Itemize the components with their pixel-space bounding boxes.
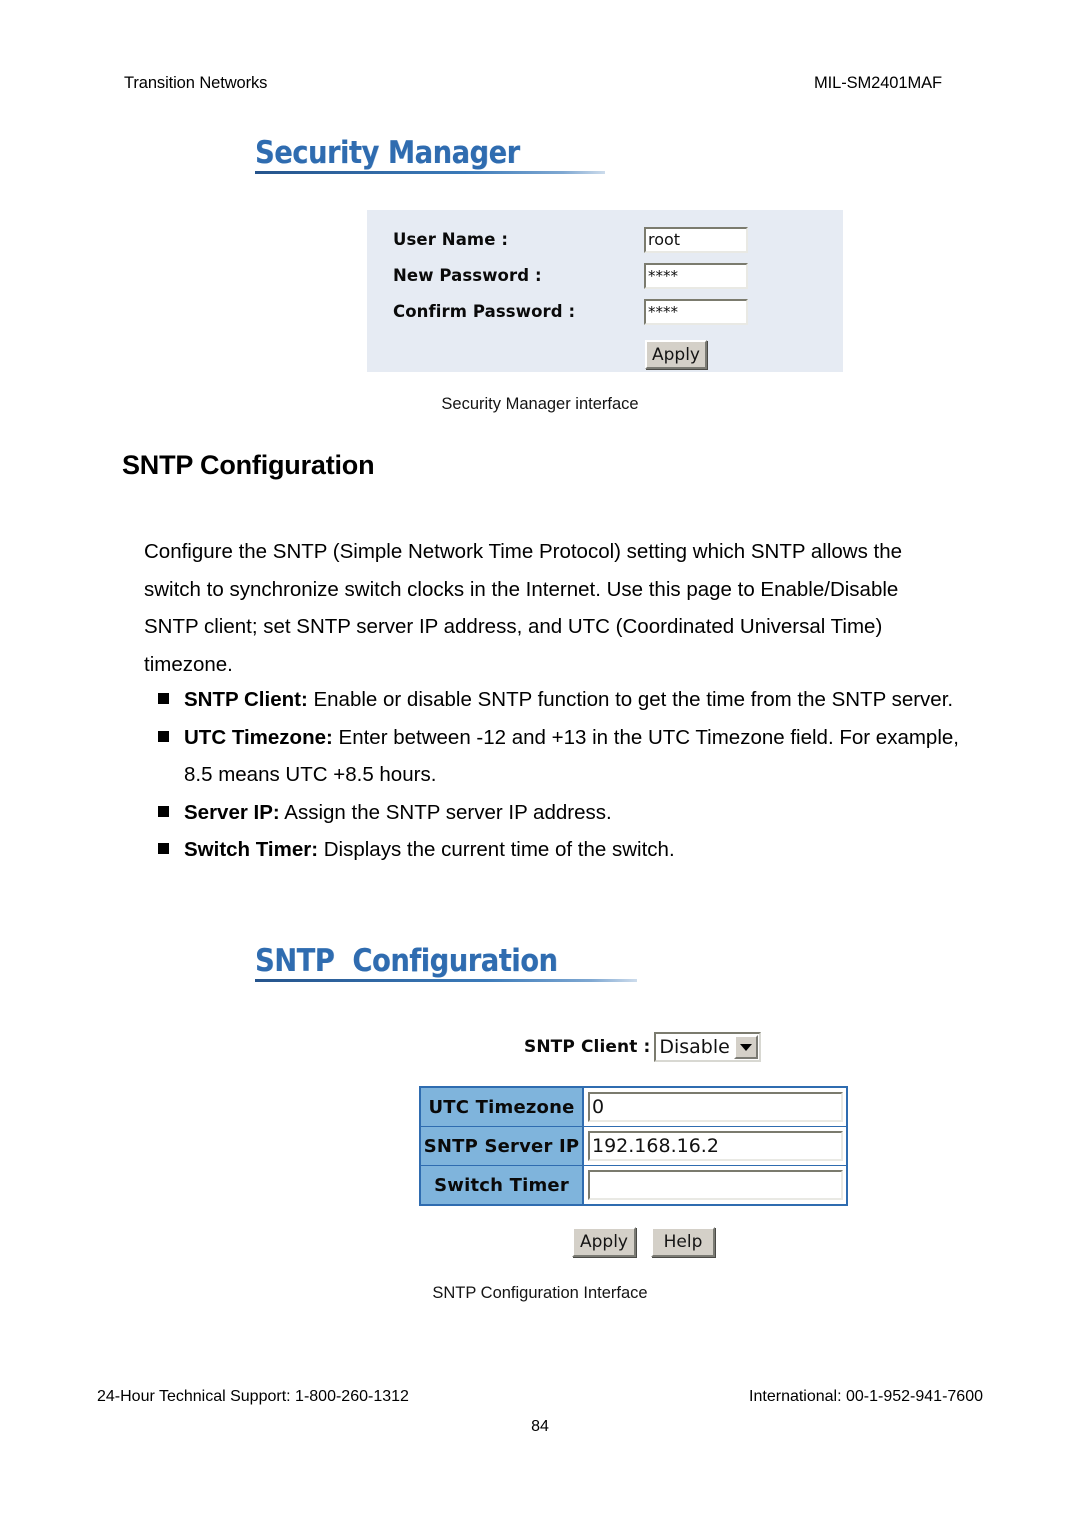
list-item: Switch Timer: Displays the current time …	[152, 831, 992, 869]
confirm-password-row: Confirm Password :	[393, 302, 575, 321]
list-item-term: SNTP Client:	[184, 688, 308, 711]
square-bullet-icon	[158, 693, 169, 704]
new-password-label: New Password :	[393, 266, 542, 285]
list-item-text: Enable or disable SNTP function to get t…	[307, 688, 954, 711]
table-row: SNTP Server IP 192.168.16.2	[421, 1127, 846, 1166]
sntp-client-label: SNTP Client :	[524, 1037, 651, 1057]
footer-support-text: 24-Hour Technical Support: 1-800-260-131…	[97, 1388, 409, 1405]
list-item-text: Displays the current time of the switch.	[318, 838, 675, 861]
list-item-term: UTC Timezone:	[184, 725, 333, 749]
running-head-right: MIL-SM2401MAF	[814, 74, 942, 92]
list-item-term: Server IP:	[184, 800, 280, 824]
switch-timer-input[interactable]	[588, 1170, 843, 1200]
square-bullet-icon	[158, 843, 169, 854]
paragraph-line: Configure the SNTP (Simple Network Time …	[144, 540, 903, 563]
table-row: UTC Timezone 0	[421, 1088, 846, 1127]
switch-timer-label: Switch Timer	[421, 1166, 584, 1204]
sntp-server-ip-input[interactable]: 192.168.16.2	[588, 1131, 843, 1161]
utc-timezone-label: UTC Timezone	[421, 1088, 584, 1126]
running-head: Transition Networks MIL-SM2401MAF	[124, 74, 942, 93]
sntp-settings-table: UTC Timezone 0 SNTP Server IP 192.168.16…	[419, 1086, 848, 1206]
security-manager-apply-button[interactable]: Apply	[645, 340, 707, 369]
sntp-client-row: SNTP Client : Disable	[524, 1032, 761, 1062]
switch-timer-cell	[584, 1166, 846, 1204]
sntp-client-select[interactable]: Disable	[654, 1032, 761, 1062]
list-item: SNTP Client: Enable or disable SNTP func…	[152, 681, 992, 719]
confirm-password-label: Confirm Password :	[393, 302, 576, 321]
page-footer: 24-Hour Technical Support: 1-800-260-131…	[97, 1388, 983, 1406]
square-bullet-icon	[158, 805, 169, 817]
security-manager-panel: User Name : root New Password : **** Con…	[367, 210, 843, 372]
new-password-input[interactable]: ****	[644, 263, 748, 289]
list-item-text: Assign the SNTP server IP address.	[279, 800, 612, 824]
sntp-configuration-banner-title: SNTP Configuration	[255, 943, 558, 979]
sntp-apply-button[interactable]: Apply	[572, 1227, 636, 1257]
utc-timezone-cell: 0	[584, 1088, 846, 1126]
paragraph-line: SNTP client; set SNTP server IP address,…	[144, 615, 883, 638]
security-manager-banner-title: Security Manager	[255, 135, 520, 171]
banner-rule	[255, 171, 605, 174]
sntp-server-ip-cell: 192.168.16.2	[584, 1127, 846, 1165]
paragraph-line: switch to synchronize switch clocks in t…	[144, 577, 899, 601]
sntp-help-button[interactable]: Help	[651, 1227, 715, 1257]
page-number: 84	[531, 1418, 549, 1435]
chevron-down-icon[interactable]	[733, 1035, 758, 1059]
list-item-term: Switch Timer:	[184, 838, 319, 861]
security-manager-banner: Security Manager	[255, 136, 605, 174]
utc-timezone-input[interactable]: 0	[588, 1092, 843, 1122]
list-item: UTC Timezone: Enter between -12 and +13 …	[152, 719, 992, 794]
square-bullet-icon	[158, 730, 169, 742]
intro-paragraph: Configure the SNTP (Simple Network Time …	[144, 533, 990, 683]
user-name-row: User Name :	[393, 230, 508, 249]
security-manager-caption: Security Manager interface	[441, 395, 639, 413]
sntp-server-ip-label: SNTP Server IP	[421, 1127, 584, 1165]
table-row: Switch Timer	[421, 1166, 846, 1204]
sntp-button-bar: Apply Help	[572, 1227, 715, 1257]
sntp-configuration-caption: SNTP Configuration Interface	[432, 1284, 648, 1302]
footer-international-text: International: 00-1-952-941-7600	[749, 1388, 983, 1405]
new-password-row: New Password :	[393, 266, 542, 285]
feature-bullet-list: SNTP Client: Enable or disable SNTP func…	[152, 681, 992, 869]
sntp-client-selected-value: Disable	[659, 1035, 730, 1058]
list-item: Server IP: Assign the SNTP server IP add…	[152, 794, 992, 832]
user-name-input[interactable]: root	[644, 227, 748, 253]
sntp-configuration-banner: SNTP Configuration	[255, 943, 637, 982]
confirm-password-input[interactable]: ****	[644, 299, 748, 325]
page-title: SNTP Configuration	[122, 450, 375, 480]
user-name-label: User Name :	[393, 230, 509, 249]
paragraph-line: timezone.	[144, 652, 233, 676]
banner-rule	[255, 979, 637, 982]
running-head-left: Transition Networks	[124, 74, 268, 92]
